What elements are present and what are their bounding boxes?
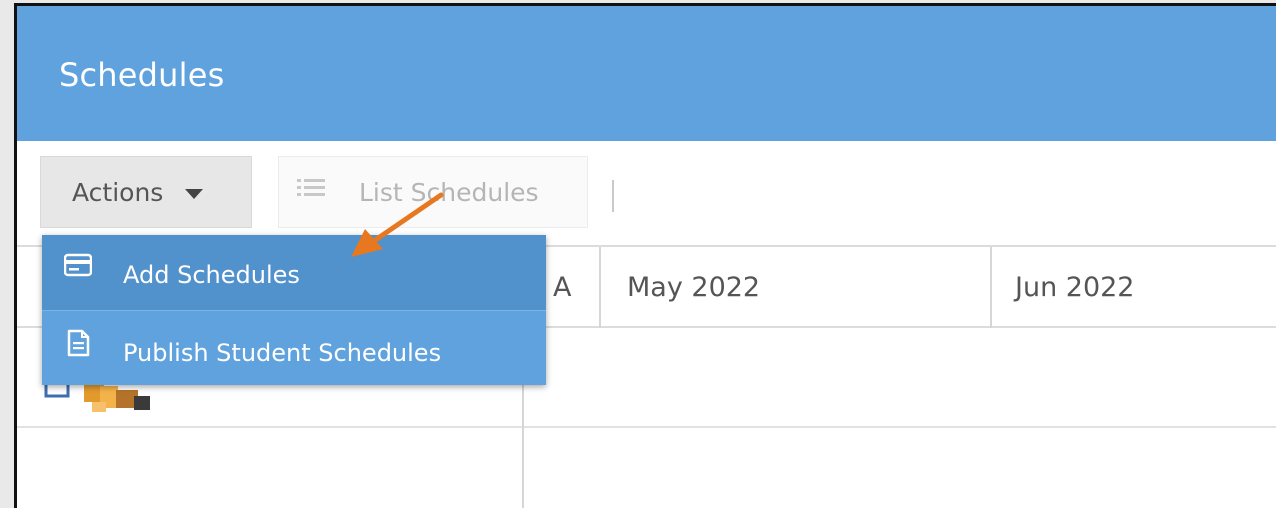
actions-dropdown-menu: Add Schedules Publish Student Schedules [42,235,546,385]
actions-label: Actions [72,177,164,207]
credit-card-icon [64,253,92,277]
grid-column-divider [990,247,992,328]
menu-item-publish-student-schedules[interactable]: Publish Student Schedules [42,310,546,386]
column-header-partial: A [553,272,572,303]
menu-item-add-schedules[interactable]: Add Schedules [42,235,546,310]
menu-item-label: Add Schedules [123,261,300,289]
actions-dropdown-button[interactable]: Actions [40,156,252,228]
grid-column-divider [599,247,601,328]
document-icon [67,329,90,357]
column-header-jun-2022[interactable]: Jun 2022 [1015,272,1134,303]
page-title: Schedules [59,56,225,94]
column-header-may-2022[interactable]: May 2022 [627,272,760,303]
menu-item-label: Publish Student Schedules [123,339,442,367]
toolbar-divider [612,180,614,212]
annotation-arrow-icon [351,192,444,257]
grid-row-divider [17,426,1276,428]
list-icon [297,179,325,196]
caret-down-icon [185,188,204,199]
page-header: Schedules [17,6,1276,141]
app-frame: Schedules Actions List Schedules A May 2… [14,3,1276,508]
